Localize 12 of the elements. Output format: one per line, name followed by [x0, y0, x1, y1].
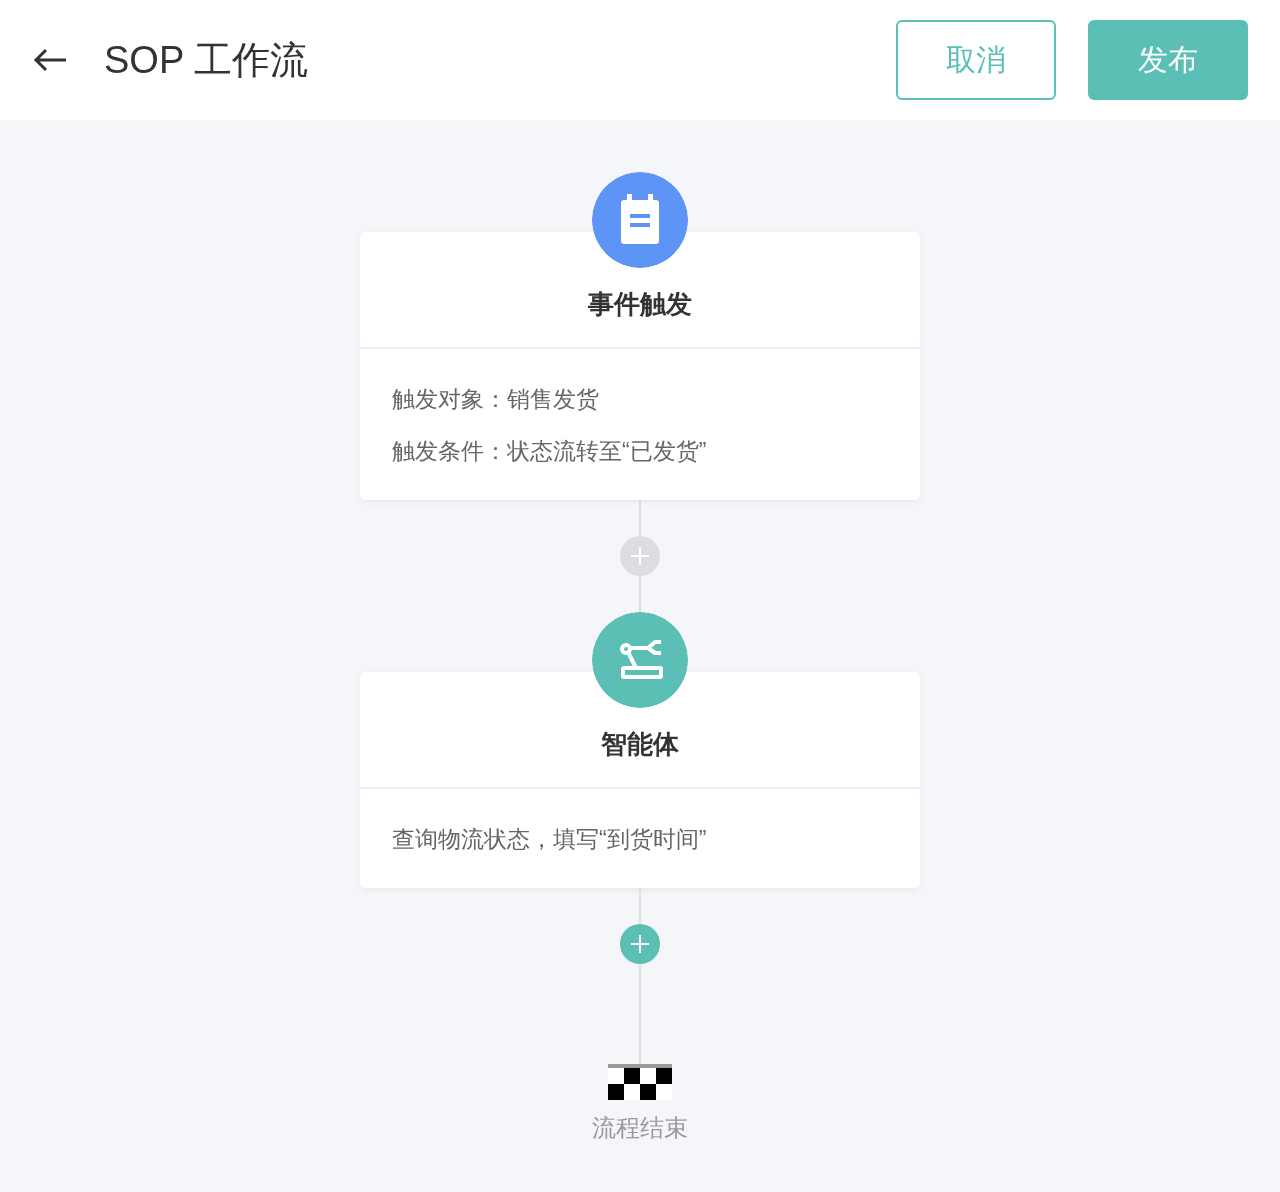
node-title: 智能体 — [360, 672, 920, 789]
node-detail: 触发对象：销售发货 — [392, 385, 600, 414]
flow-end-label: 流程结束 — [592, 1113, 688, 1143]
add-button[interactable] — [620, 924, 660, 964]
node-card[interactable]: 事件触发 触发对象：销售发货 触发条件：状态流转至“已发货” — [360, 232, 920, 500]
page-title: SOP 工作流 — [104, 37, 310, 83]
node-detail: 触发条件：状态流转至“已发货” — [392, 437, 708, 466]
node-title: 事件触发 — [360, 232, 920, 349]
node-card[interactable]: 智能体 查询物流状态，填写“到货时间” — [360, 672, 920, 888]
checkered-flag-icon — [608, 1064, 672, 1100]
back-arrow-icon[interactable] — [32, 48, 68, 72]
node-detail: 查询物流状态，填写“到货时间” — [392, 825, 708, 854]
